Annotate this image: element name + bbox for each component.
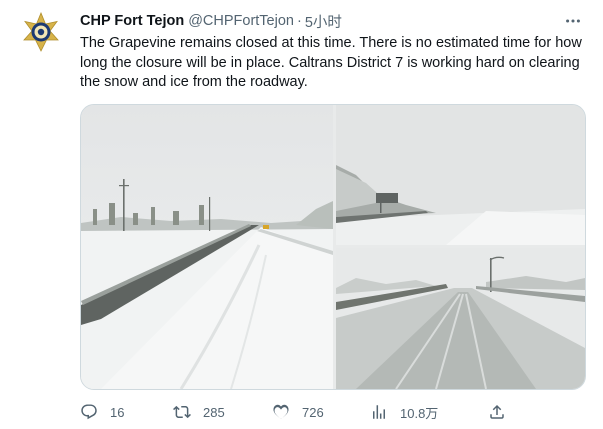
more-icon (566, 19, 580, 23)
more-options-button[interactable] (563, 11, 583, 31)
views-icon (373, 405, 385, 419)
reply-icon (81, 404, 97, 420)
like-button[interactable]: 726 (272, 400, 324, 424)
tweet-header: CHP Fort Tejon @CHPFortTejon · 5小时 (80, 10, 583, 32)
chp-badge-icon (23, 11, 59, 52)
action-bar: 16 285 726 10.8万 (80, 400, 590, 424)
heart-icon (273, 404, 289, 419)
reply-count: 16 (110, 404, 125, 420)
tweet-text: The Grapevine remains closed at this tim… (80, 35, 582, 90)
retweet-button[interactable]: 285 (173, 400, 225, 424)
snowy-highway-wide-photo[interactable] (81, 105, 333, 389)
retweet-count: 285 (203, 404, 225, 420)
views-button[interactable]: 10.8万 (370, 400, 438, 424)
author-handle[interactable]: @CHPFortTejon (188, 13, 294, 29)
views-count: 10.8万 (400, 405, 439, 421)
icy-roadway-photo[interactable] (336, 248, 585, 389)
retweet-icon (173, 405, 191, 419)
header-separator: · (296, 13, 302, 29)
reply-button[interactable]: 16 (80, 400, 124, 424)
share-button[interactable] (488, 400, 506, 424)
tweet-timestamp[interactable]: 5小时 (305, 11, 342, 32)
avatar[interactable] (20, 11, 62, 54)
share-icon (490, 404, 504, 419)
media-grid (80, 104, 586, 390)
snowy-highway-fog-photo[interactable] (336, 105, 585, 245)
like-count: 726 (302, 404, 324, 420)
author-name[interactable]: CHP Fort Tejon (80, 13, 184, 29)
